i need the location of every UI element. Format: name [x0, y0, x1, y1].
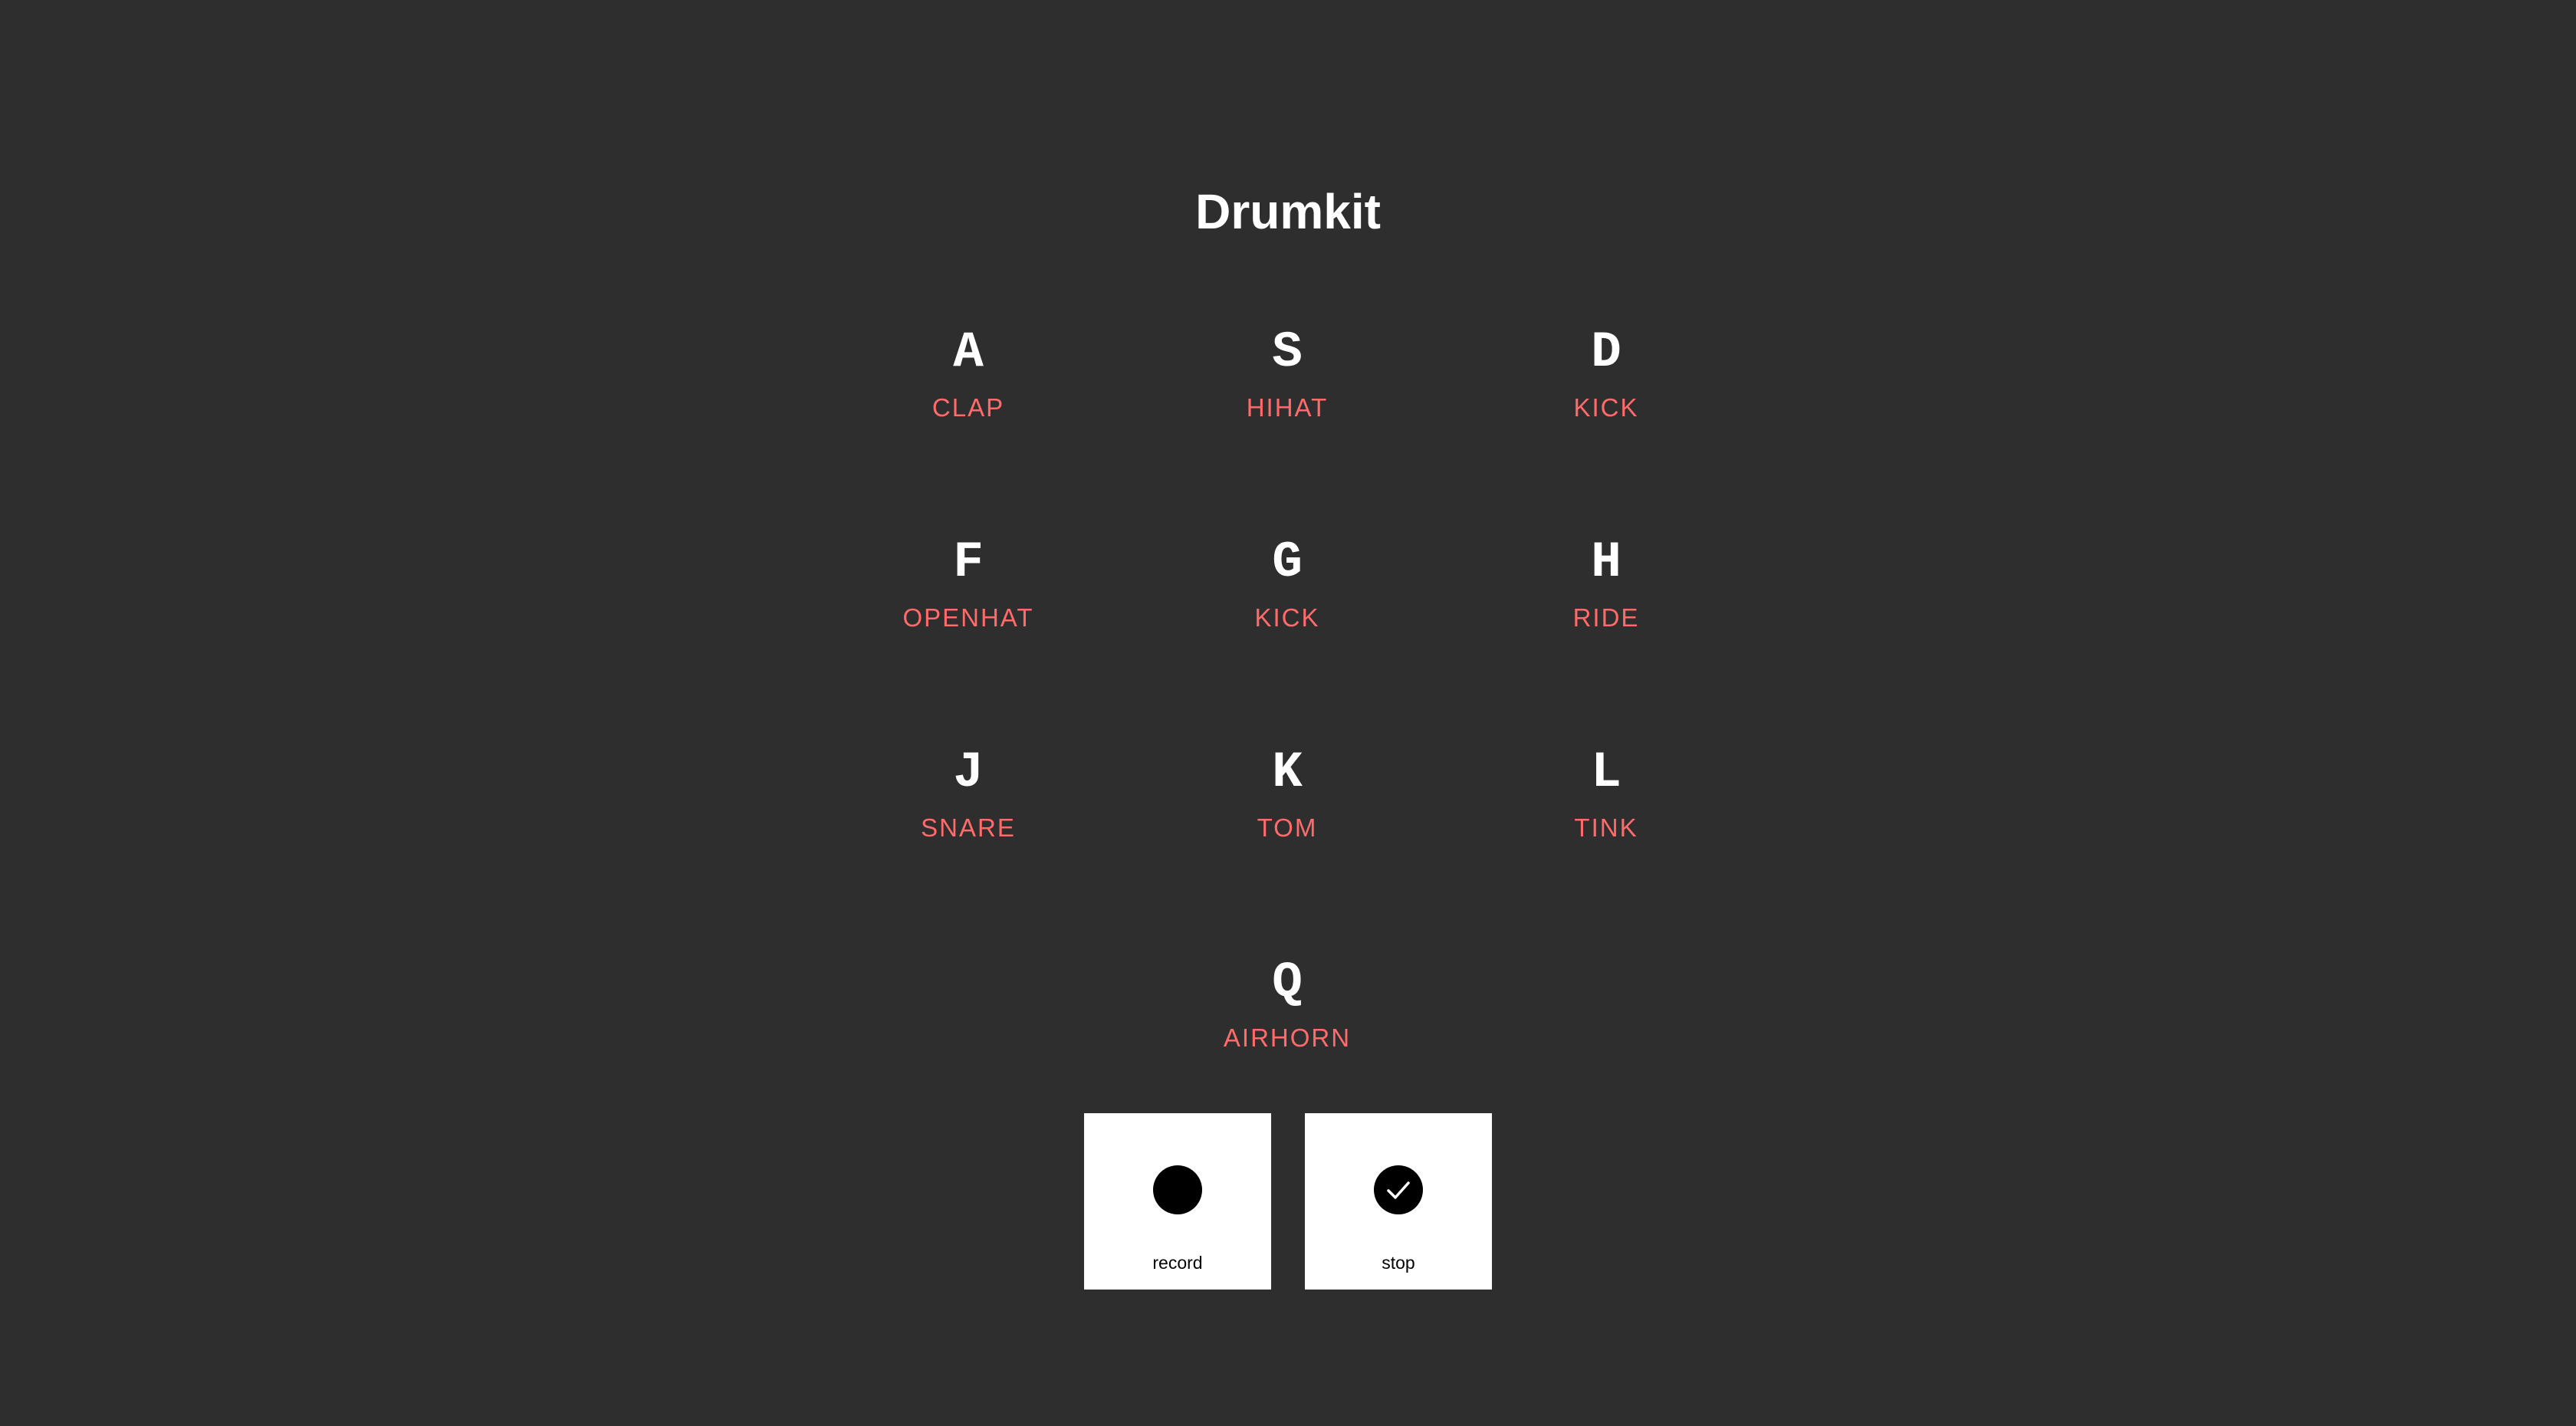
- drum-pad-clap[interactable]: A CLAP: [853, 322, 1083, 452]
- checkmark-circle-icon: [1374, 1165, 1423, 1214]
- drum-pad-ride[interactable]: H RIDE: [1491, 532, 1721, 662]
- pad-sound-label: KICK: [1573, 393, 1639, 422]
- pad-key-label: A: [953, 324, 984, 381]
- pad-sound-label: OPENHAT: [902, 603, 1034, 632]
- record-dot-icon: [1153, 1165, 1202, 1214]
- stop-button-label: stop: [1382, 1253, 1415, 1273]
- pad-sound-label: HIHAT: [1246, 393, 1329, 422]
- pad-key-label: H: [1591, 534, 1622, 591]
- pad-sound-label: RIDE: [1572, 603, 1640, 632]
- record-button-label: record: [1152, 1253, 1203, 1273]
- pad-sound-label: TOM: [1257, 813, 1318, 842]
- drum-pad-hihat[interactable]: S HIHAT: [1172, 322, 1402, 452]
- pad-sound-label: TINK: [1574, 813, 1638, 842]
- record-button[interactable]: record: [1084, 1113, 1271, 1290]
- pad-key-label: F: [953, 534, 984, 591]
- pad-key-label: D: [1591, 324, 1622, 381]
- pad-key-label: K: [1272, 744, 1303, 801]
- pad-sound-label: CLAP: [932, 393, 1005, 422]
- page-title: Drumkit: [1195, 184, 1381, 239]
- drum-pad-tom[interactable]: K TOM: [1172, 742, 1402, 872]
- pad-key-label: L: [1591, 744, 1622, 801]
- drum-pad-kick-2[interactable]: G KICK: [1172, 532, 1402, 662]
- pad-key-label: J: [953, 744, 984, 801]
- drum-pad-kick[interactable]: D KICK: [1491, 322, 1721, 452]
- checkmark-icon: [1387, 1181, 1410, 1199]
- pad-key-label: S: [1272, 324, 1303, 381]
- pad-key-label: Q: [1272, 954, 1303, 1011]
- drum-pad-snare[interactable]: J SNARE: [853, 742, 1083, 872]
- drum-pad-airhorn[interactable]: Q AIRHORN: [1172, 952, 1402, 1083]
- drum-pad-openhat[interactable]: F OPENHAT: [853, 532, 1083, 662]
- stop-button[interactable]: stop: [1305, 1113, 1492, 1290]
- pad-sound-label: KICK: [1254, 603, 1320, 632]
- pad-sound-label: SNARE: [921, 813, 1016, 842]
- pad-sound-label: AIRHORN: [1223, 1024, 1352, 1052]
- pad-key-label: G: [1272, 534, 1303, 591]
- drum-pad-tink[interactable]: L TINK: [1491, 742, 1721, 872]
- drumkit-page: { "title": "Drumkit", "pads": [ {"key": …: [0, 0, 2576, 1426]
